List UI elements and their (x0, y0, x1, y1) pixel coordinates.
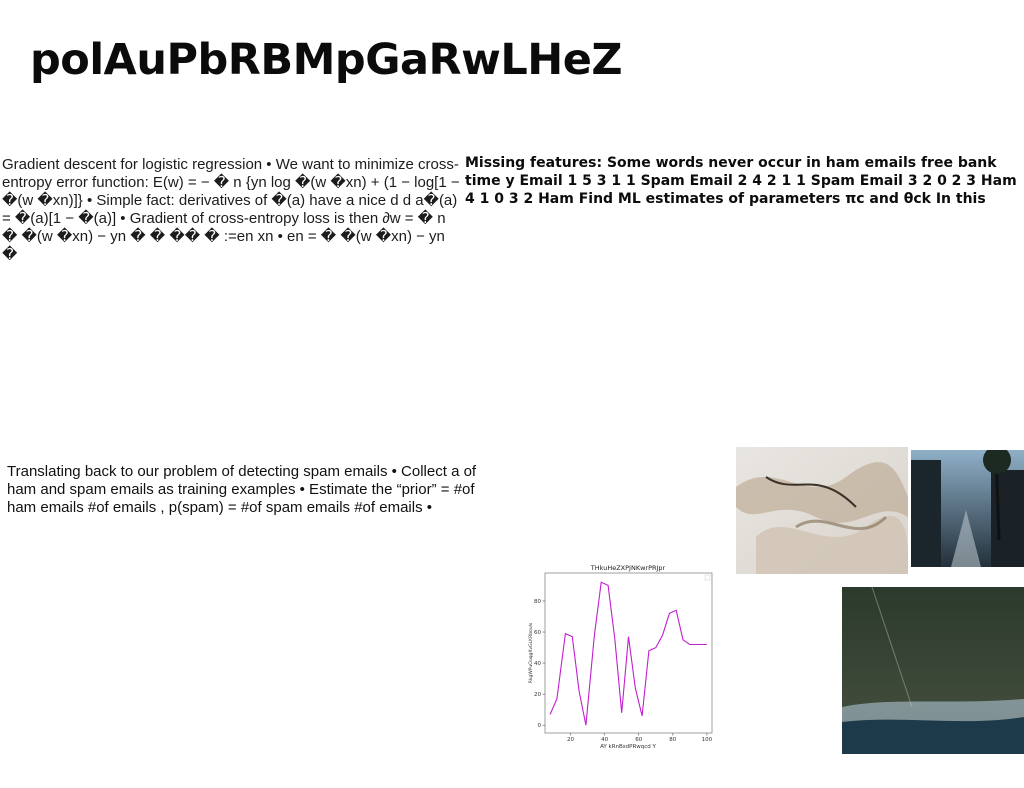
chart-x-tick-label: 20 (567, 737, 574, 743)
spam-detection-text: Translating back to our problem of detec… (7, 463, 477, 516)
chart-legend-box (704, 574, 711, 581)
chart-y-label: RkgWPuOuqgXvGLKRbouls (528, 622, 534, 683)
logistic-regression-text: Gradient descent for logistic regression… (2, 156, 460, 263)
line-chart: THkuHeZXPJNKwrPRJpr 20 40 60 80 100 0 20 40 60 80… (528, 564, 713, 750)
chart-y-tick-label: 40 (534, 661, 541, 667)
chart-y-tick-label: 80 (534, 599, 541, 605)
chart-x-tick-label: 100 (702, 737, 713, 743)
street-palms-image (911, 450, 1024, 567)
chart-x-label: AY kRnBsdPRwqcd Y (600, 744, 656, 750)
chart-x-tick-label: 80 (669, 737, 676, 743)
chart-y-tick-label: 60 (534, 630, 541, 636)
chart-x-tick-label: 40 (601, 737, 608, 743)
chart-plot-frame (544, 572, 713, 734)
missing-features-text: Missing features: Some words never occur… (465, 155, 1017, 207)
chart-y-tick-label: 0 (538, 723, 542, 729)
chart-x-tick-label: 60 (635, 737, 642, 743)
abstract-fabric-image (736, 447, 908, 574)
dark-water-landscape-image (842, 587, 1024, 754)
chart-title: THkuHeZXPJNKwrPRJpr (590, 564, 666, 572)
page-title: polAuPbRBMpGaRwLHeZ (30, 35, 623, 85)
chart-y-tick-label: 20 (534, 692, 541, 698)
